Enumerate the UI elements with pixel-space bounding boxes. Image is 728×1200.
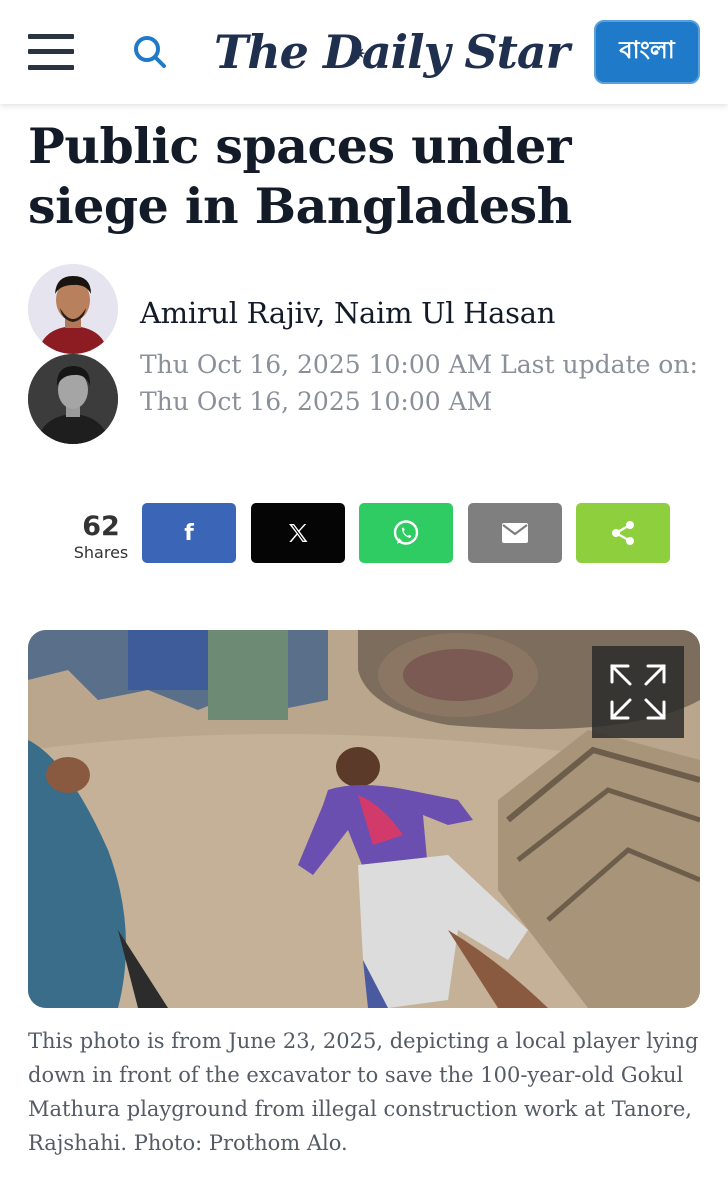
article-headline: Public spaces under siege in Bangladesh: [28, 117, 572, 235]
logo-text: The Daily Star: [214, 25, 570, 79]
share-count-number: 62: [82, 511, 120, 542]
author-avatar[interactable]: [28, 354, 118, 444]
bangla-language-button[interactable]: বাংলা: [594, 20, 700, 84]
search-icon[interactable]: [130, 32, 170, 72]
site-logo[interactable]: The Daily Star ✷: [214, 22, 570, 82]
share-count-label: Shares: [73, 543, 129, 562]
author-avatar[interactable]: [28, 264, 118, 354]
expand-icon: [610, 664, 666, 720]
expand-photo-button[interactable]: [592, 646, 684, 738]
facebook-share-button[interactable]: f: [142, 503, 236, 563]
share-icon: [612, 521, 634, 545]
whatsapp-icon: [393, 520, 419, 545]
article-dateline: Thu Oct 16, 2025 10:00 AM Last update on…: [140, 350, 698, 416]
x-share-button[interactable]: [251, 503, 345, 563]
hamburger-menu-icon[interactable]: [28, 34, 74, 70]
site-header: The Daily Star ✷ বাংলা: [0, 0, 728, 104]
share-count: 62 Shares: [70, 512, 132, 564]
author-names[interactable]: Amirul Rajiv, Naim Ul Hasan: [140, 296, 555, 330]
facebook-icon: f: [184, 520, 194, 546]
more-share-button[interactable]: [576, 503, 670, 563]
whatsapp-share-button[interactable]: [359, 503, 453, 563]
logo-star-icon: ✷: [352, 44, 365, 63]
photo-caption: This photo is from June 23, 2025, depict…: [28, 1029, 699, 1155]
article-photo[interactable]: [28, 630, 700, 1008]
email-icon: [502, 523, 528, 543]
x-icon: [289, 524, 308, 542]
email-share-button[interactable]: [468, 503, 562, 563]
